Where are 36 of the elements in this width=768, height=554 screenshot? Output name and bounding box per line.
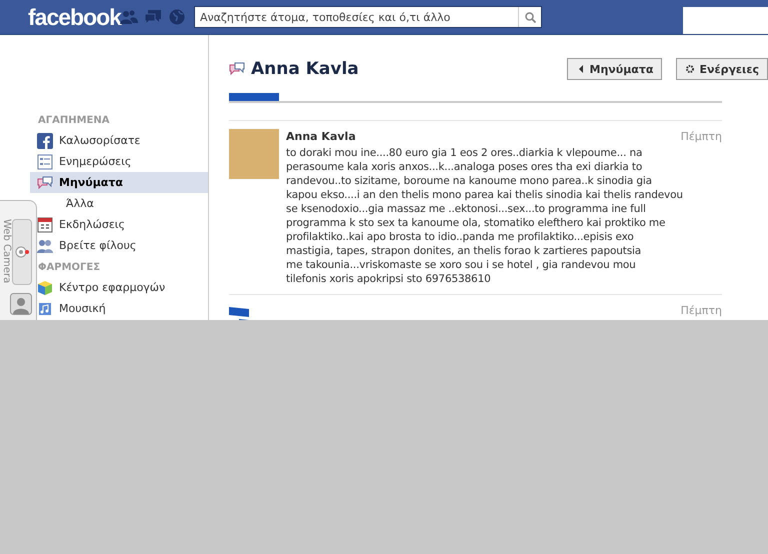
message-time: Πέμπτη [680, 304, 722, 317]
cube-icon [37, 280, 53, 296]
back-to-messages-button[interactable]: Μηνύματα [566, 58, 662, 80]
sidebar-heading: ΦΑΡΜΟΓΕΣ [38, 262, 100, 273]
sidebar-item[interactable]: Μουσική [37, 298, 208, 319]
news-feed-icon [37, 154, 53, 170]
facebook-f-icon [37, 132, 53, 148]
sender-name[interactable]: Anna Kavla [286, 130, 356, 143]
sidebar-item[interactable]: Εκδηλώσεις [37, 214, 208, 235]
photo-placeholder [229, 129, 279, 179]
gear-icon [685, 64, 696, 74]
chat-bubbles-icon [229, 61, 245, 77]
sidebar-item[interactable]: Ενημερώσεις [37, 151, 208, 172]
sidebar-item[interactable]: Βρείτε φίλους [37, 235, 208, 256]
search-icon[interactable] [524, 12, 536, 22]
person-silhouette-icon [10, 293, 32, 315]
calendar-icon [37, 216, 53, 232]
sidebar-item[interactable]: Καλωσορίσατε [37, 130, 208, 151]
actions-button[interactable]: Ενέργειες [676, 58, 768, 80]
sidebar-subitem[interactable]: Άλλα [66, 193, 208, 214]
messages-icon[interactable] [144, 9, 162, 25]
camera-lens-icon [15, 245, 29, 259]
site-logo[interactable]: facebook [28, 4, 120, 30]
search-field[interactable]: Αναζητήστε άτομα, τοποθεσίες και ό,τι άλλο [194, 6, 542, 28]
sidebar-heading: ΑΓΑΠΗΜΕΝΑ [38, 115, 110, 126]
message-time: Πέμπτη [680, 130, 722, 143]
people-icon [37, 238, 53, 254]
globe-icon[interactable] [168, 9, 186, 25]
sidebar-item[interactable]: Μηνύματα [30, 172, 208, 193]
webcam-label: Web Camera [0, 219, 12, 284]
friends-icon[interactable] [120, 9, 138, 25]
chat-bubbles-icon [37, 174, 53, 190]
sidebar-item[interactable]: Κέντρο εφαρμογών [37, 277, 208, 298]
music-note-icon [37, 300, 53, 316]
thread-title: Anna Kavla [251, 59, 359, 79]
message-text: to doraki mou ine....80 euro gia 1 eos 2 ores..diarkia k vlepoume... na perasoume kala xoris anxos...k...analoga poses ores tha exi diarkia to randevou..to sizitame, boroume na kanoume mono parea..k sinodia gia kapou ekso....i an den thelis mono parea kai thelis sinodia kai thelis randevou se ksenodoxio...gia massaz me ..ektonosi...sex...to programma ine full programma k sto sex ta kanoume ola, stomatiko elefthero kai proktiko me profilaktiko..kai apo brosta to idio..panda me profilaktiko...episis exo mastigia, tapes, strapon donites, an thelis forao k zartieres papoutsia me takounia...vriskomaste se xoro sou i se hotel , gia randevou mou tilefonis xoris apokripsi sto 6976538610 [286, 146, 684, 286]
